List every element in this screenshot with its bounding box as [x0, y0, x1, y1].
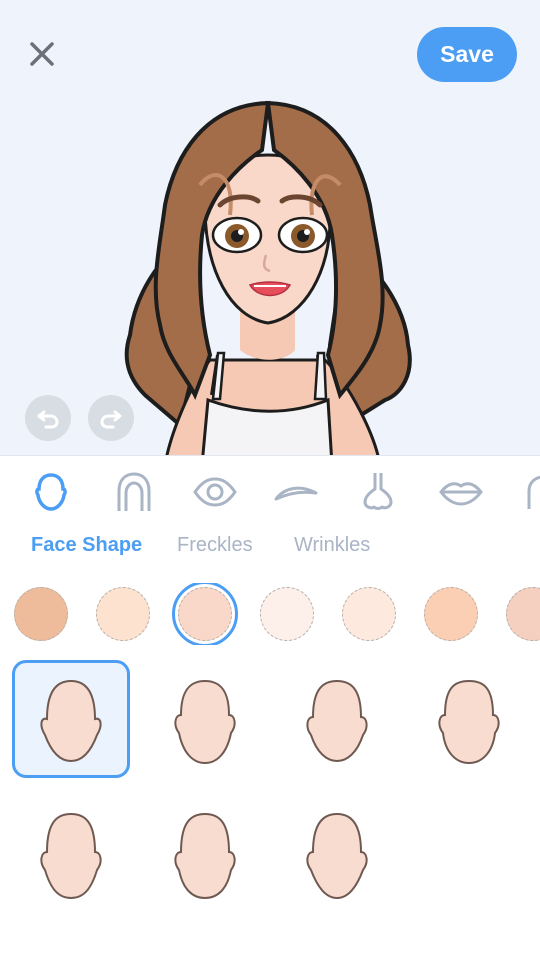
- divider: [0, 455, 540, 456]
- close-icon: [30, 42, 54, 66]
- avatar-image: [124, 100, 412, 455]
- sub-tabs: Face Shape Freckles Wrinkles: [0, 530, 540, 564]
- face-shape-option[interactable]: [278, 660, 396, 778]
- tab-wrinkles[interactable]: Wrinkles: [294, 534, 370, 557]
- category-bar: [0, 464, 540, 520]
- face-shape-grid: [0, 655, 540, 925]
- skin-tone-row: [0, 583, 540, 645]
- face-shape-icon: [306, 679, 368, 763]
- redo-button[interactable]: [88, 395, 134, 441]
- face-shape-option[interactable]: [146, 660, 264, 778]
- skin-tone-swatch-selected[interactable]: [172, 583, 238, 645]
- category-face[interactable]: [23, 464, 79, 520]
- category-hair[interactable]: [106, 464, 162, 520]
- eyebrow-icon: [274, 486, 318, 501]
- face-shape-option[interactable]: [278, 795, 396, 913]
- face-outline-icon: [35, 473, 67, 511]
- avatar-preview-area: Save: [0, 0, 540, 455]
- redo-icon: [100, 410, 122, 429]
- face-shape-option[interactable]: [146, 795, 264, 913]
- face-shape-icon: [438, 679, 500, 765]
- skin-tone-swatch[interactable]: [424, 587, 478, 641]
- hair-outline-icon: [117, 472, 151, 511]
- skin-tone-swatch[interactable]: [506, 587, 540, 641]
- face-shape-icon: [40, 812, 102, 900]
- face-shape-icon: [40, 679, 102, 763]
- face-shape-icon: [174, 812, 236, 900]
- face-shape-icon: [174, 679, 236, 765]
- face-shape-option[interactable]: [410, 660, 528, 778]
- skin-tone-swatch[interactable]: [96, 587, 150, 641]
- face-shape-option[interactable]: [12, 795, 130, 913]
- undo-icon: [37, 410, 59, 429]
- category-eyes[interactable]: [187, 464, 243, 520]
- category-nose[interactable]: [350, 464, 406, 520]
- skin-tone-swatch[interactable]: [260, 587, 314, 641]
- save-button[interactable]: Save: [417, 27, 517, 82]
- lips-icon: [439, 482, 483, 506]
- skin-tone-swatch[interactable]: [14, 587, 68, 641]
- eye-icon: [193, 477, 237, 507]
- tab-face-shape[interactable]: Face Shape: [31, 534, 142, 557]
- undo-button[interactable]: [25, 395, 71, 441]
- face-shape-icon: [306, 812, 368, 900]
- skin-tone-swatch[interactable]: [342, 587, 396, 641]
- ear-icon: [527, 475, 540, 509]
- category-mouth[interactable]: [433, 464, 489, 520]
- tab-freckles[interactable]: Freckles: [177, 534, 253, 557]
- close-button[interactable]: [22, 34, 62, 74]
- category-eyebrows[interactable]: [268, 464, 324, 520]
- nose-icon: [363, 473, 393, 510]
- category-ears[interactable]: [514, 464, 540, 520]
- face-shape-option-selected[interactable]: [12, 660, 130, 778]
